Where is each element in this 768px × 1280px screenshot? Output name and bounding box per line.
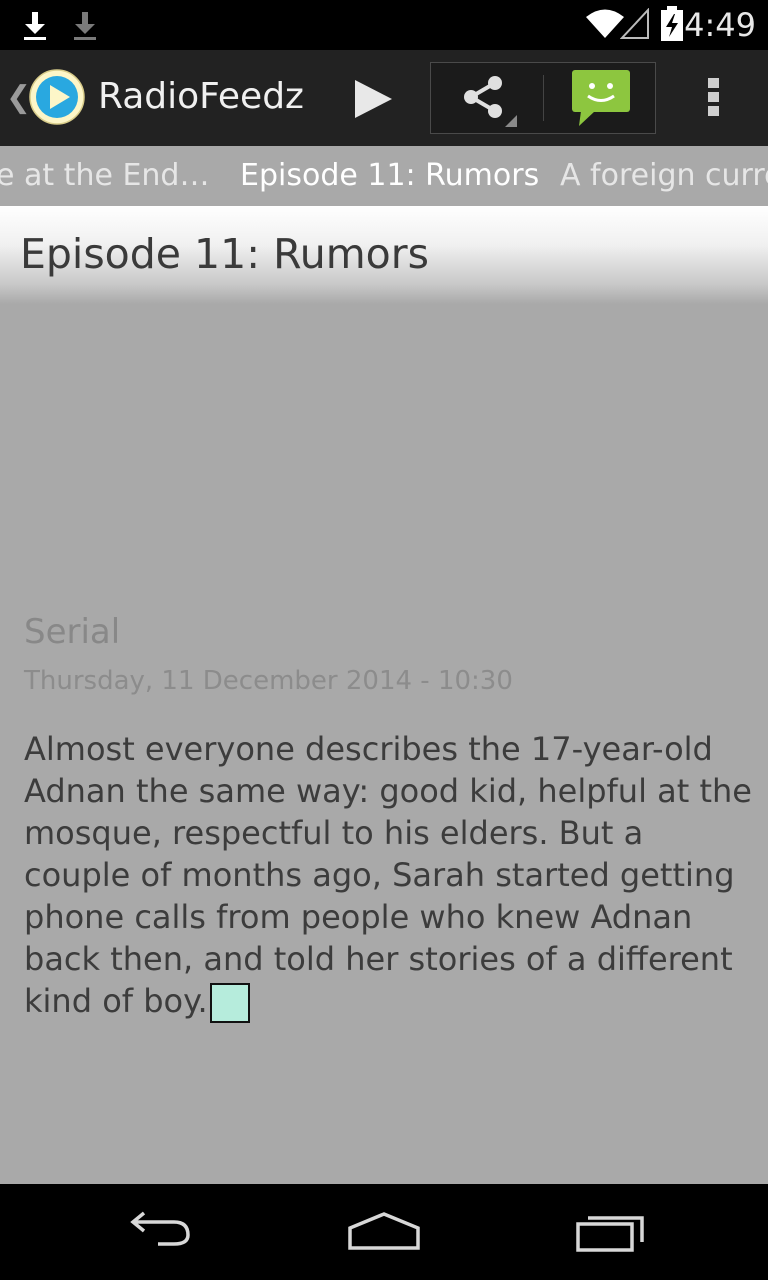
download-icon — [74, 12, 96, 40]
publish-date: Thursday, 11 December 2014 - 10:30 — [24, 666, 513, 696]
app-title: RadioFeedz — [98, 76, 304, 117]
clock: 4:49 — [684, 6, 756, 44]
recent-apps-icon[interactable] — [574, 1210, 646, 1254]
back-icon[interactable] — [124, 1210, 194, 1254]
episode-pager-tabs: e at the End… Episode 11: Rumors A forei… — [0, 146, 768, 206]
battery-charging-icon — [661, 6, 683, 41]
episode-title: Episode 11: Rumors — [20, 230, 429, 278]
share-icon[interactable] — [455, 71, 519, 127]
episode-description-text: Almost everyone describes the 17-year-ol… — [24, 730, 752, 1020]
show-name: Serial — [24, 612, 121, 652]
episode-details: Serial Thursday, 11 December 2014 - 10:3… — [24, 612, 754, 1023]
divider — [543, 75, 544, 121]
status-bar: 4:49 — [0, 0, 768, 50]
overflow-menu-icon[interactable] — [708, 78, 722, 118]
tab-next-episode[interactable]: A foreign curre — [560, 158, 768, 193]
tab-current-episode[interactable]: Episode 11: Rumors — [240, 158, 539, 193]
tab-previous-episode[interactable]: e at the End… — [0, 158, 209, 193]
radiofeedz-logo-icon[interactable] — [28, 68, 86, 126]
chat-message-icon[interactable] — [571, 69, 631, 127]
action-button-group — [430, 62, 656, 134]
home-icon[interactable] — [346, 1210, 422, 1254]
selection-box — [209, 983, 250, 1023]
action-bar: ❮ RadioFeedz — [0, 50, 768, 146]
navigation-bar — [0, 1184, 768, 1280]
title-header: Episode 11: Rumors — [0, 206, 768, 304]
play-icon[interactable] — [352, 78, 394, 120]
episode-description: Almost everyone describes the 17-year-ol… — [24, 728, 754, 1023]
signal-icon — [620, 8, 649, 39]
download-icon — [24, 12, 46, 40]
screen: 4:49 ❮ RadioFeedz e at the End… Episode … — [0, 0, 768, 1280]
